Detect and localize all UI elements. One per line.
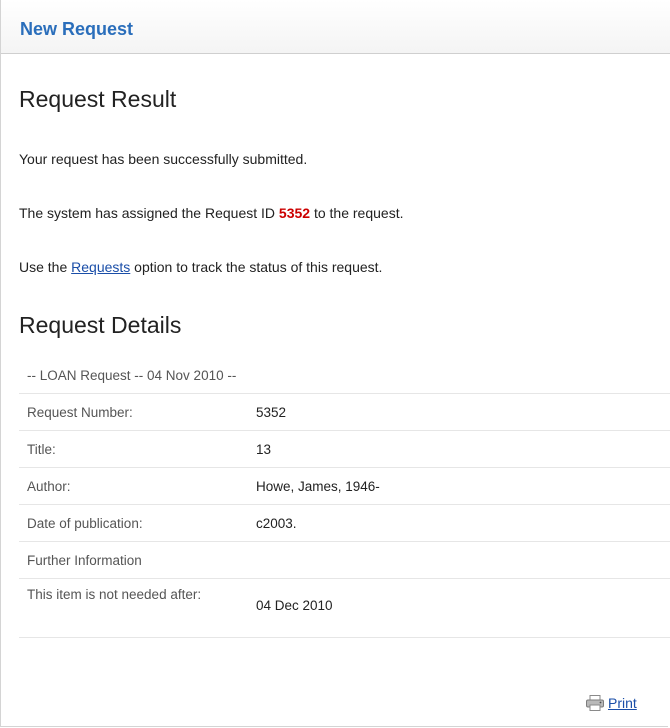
row-label: Request Number: <box>27 405 133 420</box>
request-details-heading: Request Details <box>19 312 182 338</box>
row-label: This item is not needed after: <box>27 587 202 602</box>
print-link[interactable]: Print <box>608 695 637 711</box>
requests-link[interactable]: Requests <box>71 259 130 275</box>
request-result-heading: Request Result <box>19 86 177 112</box>
request-details-table: -- LOAN Request -- 04 Nov 2010 -- Reques… <box>19 359 670 638</box>
row-label: Title: <box>27 442 56 457</box>
row-label: Date of publication: <box>27 516 143 531</box>
row-value: 04 Dec 2010 <box>256 598 333 613</box>
page-header: New Request <box>1 0 670 54</box>
row-label: Author: <box>27 479 71 494</box>
request-id-suffix: to the request. <box>310 205 404 221</box>
track-status-message: Use the Requests option to track the sta… <box>19 259 382 275</box>
track-suffix: option to track the status of this reque… <box>130 259 383 275</box>
page-title: New Request <box>20 19 134 39</box>
table-row: Title: 13 <box>19 431 670 468</box>
table-row: Request Number: 5352 <box>19 394 670 431</box>
success-message: Your request has been successfully submi… <box>19 151 308 167</box>
table-row: Date of publication: c2003. <box>19 505 670 542</box>
printer-icon <box>586 695 604 711</box>
request-id-value: 5352 <box>278 205 311 221</box>
request-caption: -- LOAN Request -- 04 Nov 2010 -- <box>19 359 670 394</box>
table-row: Further Information <box>19 542 670 579</box>
row-label: Further Information <box>27 553 142 568</box>
row-value: Howe, James, 1946- <box>256 479 380 494</box>
row-value: c2003. <box>256 516 297 531</box>
print-action[interactable]: Print <box>586 694 637 712</box>
table-row: Author: Howe, James, 1946- <box>19 468 670 505</box>
request-id-message: The system has assigned the Request ID 5… <box>19 205 403 221</box>
track-prefix: Use the <box>19 259 72 275</box>
row-value: 5352 <box>256 405 287 420</box>
table-row: This item is not needed after: 04 Dec 20… <box>19 579 670 638</box>
row-value: 13 <box>256 442 272 457</box>
request-id-prefix: The system has assigned the Request ID <box>19 205 279 221</box>
